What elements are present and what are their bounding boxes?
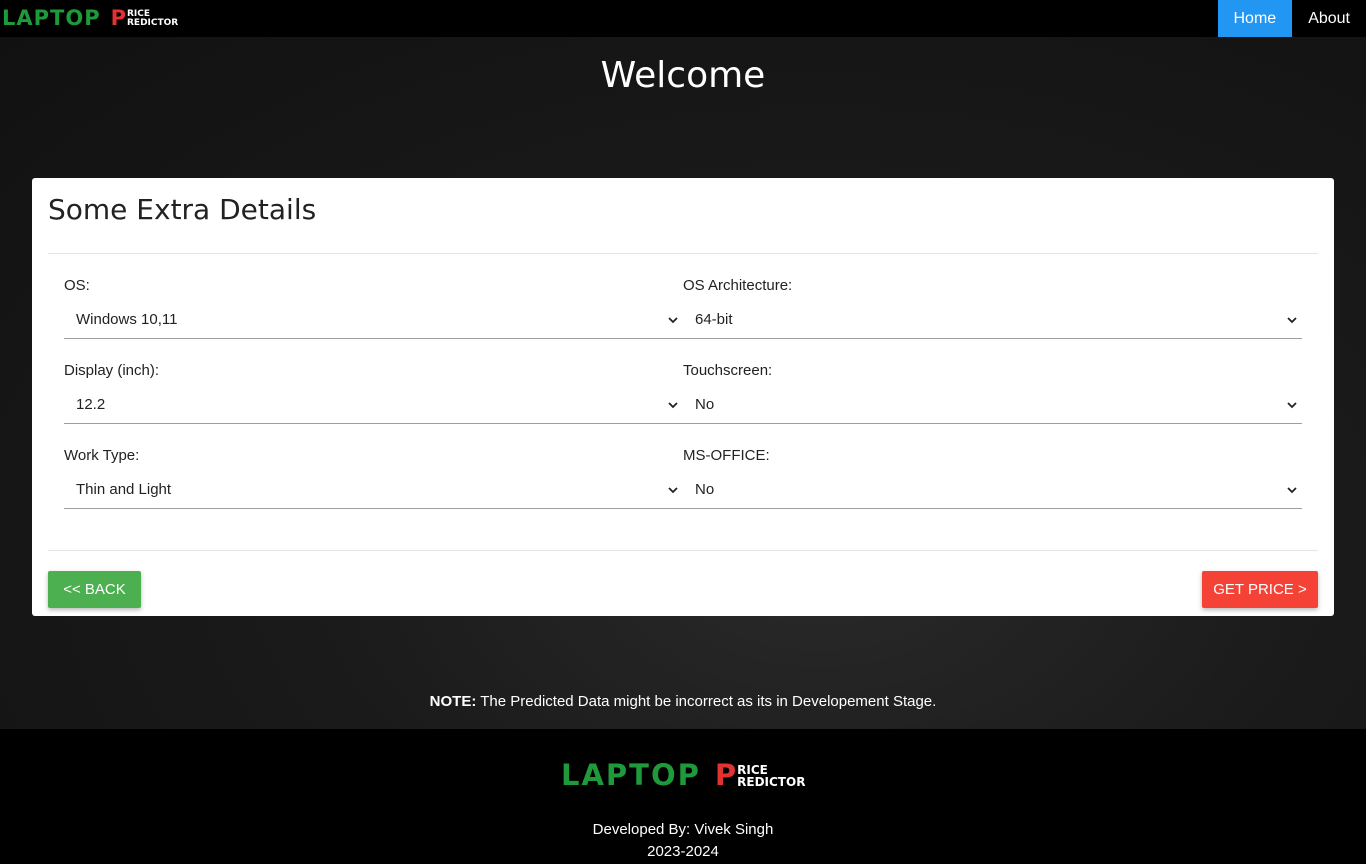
nav-link-home[interactable]: Home — [1217, 0, 1293, 37]
copyright-years: 2023-2024 — [647, 843, 719, 860]
card-divider-top — [48, 253, 1318, 254]
get-price-button[interactable]: GET PRICE > — [1202, 571, 1318, 608]
logo-stack: RICE REDICTOR — [127, 9, 179, 28]
ms-office-label: MS-OFFICE: — [683, 447, 770, 464]
touchscreen-select[interactable]: No — [683, 392, 1302, 424]
footer-logo-word: LAPTOP — [561, 758, 701, 792]
footer-logo-letter-p: P — [714, 758, 737, 792]
touchscreen-label: Touchscreen: — [683, 362, 773, 379]
display-label: Display (inch): — [64, 362, 160, 379]
card-title: Some Extra Details — [48, 193, 317, 226]
os-value: Windows 10,11 — [76, 311, 178, 328]
top-navbar: LAPTOP P RICE REDICTOR Home About — [0, 0, 1366, 37]
display-select[interactable]: 12.2 — [64, 392, 683, 424]
logo-line-2: REDICTOR — [127, 17, 179, 28]
footer-logo: LAPTOP P RICE REDICTOR — [561, 761, 805, 790]
chevron-down-icon — [668, 401, 678, 408]
footer: LAPTOP P RICE REDICTOR Developed By: Viv… — [0, 729, 1366, 864]
page-title: Welcome — [600, 55, 766, 96]
back-button[interactable]: << BACK — [48, 571, 141, 608]
os-select[interactable]: Windows 10,11 — [64, 307, 683, 339]
display-field: Display (inch): 12.2 — [64, 362, 683, 424]
ms-office-value: No — [695, 481, 715, 498]
os-architecture-value: 64-bit — [695, 311, 733, 328]
footer-logo-stack: RICE REDICTOR — [737, 764, 805, 788]
note-message: The Predicted Data might be incorrect as… — [476, 693, 937, 710]
ms-office-select[interactable]: No — [683, 477, 1302, 509]
work-type-value: Thin and Light — [76, 481, 172, 498]
footer-logo-line-2: REDICTOR — [737, 774, 806, 789]
chevron-down-icon — [1287, 486, 1297, 493]
os-architecture-select[interactable]: 64-bit — [683, 307, 1302, 339]
touchscreen-field: Touchscreen: No — [683, 362, 1302, 424]
os-architecture-label: OS Architecture: — [683, 277, 793, 294]
os-label: OS: — [64, 277, 90, 294]
brand-logo[interactable]: LAPTOP P RICE REDICTOR — [2, 8, 178, 29]
nav-links: Home About — [1217, 0, 1366, 37]
card-divider-bottom — [48, 550, 1318, 551]
chevron-down-icon — [668, 316, 678, 323]
note-bold-label: NOTE: — [429, 693, 477, 710]
chevron-down-icon — [1287, 316, 1297, 323]
touchscreen-value: No — [695, 396, 715, 413]
os-architecture-field: OS Architecture: 64-bit — [683, 277, 1302, 339]
display-value: 12.2 — [76, 396, 106, 413]
hero-section: Welcome Some Extra Details OS: Windows 1… — [0, 37, 1366, 729]
work-type-select[interactable]: Thin and Light — [64, 477, 683, 509]
footer-logo-line-1: RICE — [737, 762, 768, 777]
extra-details-card: Some Extra Details OS: Windows 10,11 OS … — [32, 178, 1334, 616]
chevron-down-icon — [1287, 401, 1297, 408]
logo-letter-p: P — [110, 6, 126, 30]
developer-credit: Developed By: Vivek Singh — [592, 821, 774, 838]
work-type-label: Work Type: — [64, 447, 140, 464]
note-text: NOTE: The Predicted Data might be incorr… — [0, 693, 1366, 710]
chevron-down-icon — [668, 486, 678, 493]
work-type-field: Work Type: Thin and Light — [64, 447, 683, 509]
os-field: OS: Windows 10,11 — [64, 277, 683, 339]
ms-office-field: MS-OFFICE: No — [683, 447, 1302, 509]
logo-word: LAPTOP — [2, 6, 101, 30]
nav-link-about[interactable]: About — [1292, 0, 1366, 37]
